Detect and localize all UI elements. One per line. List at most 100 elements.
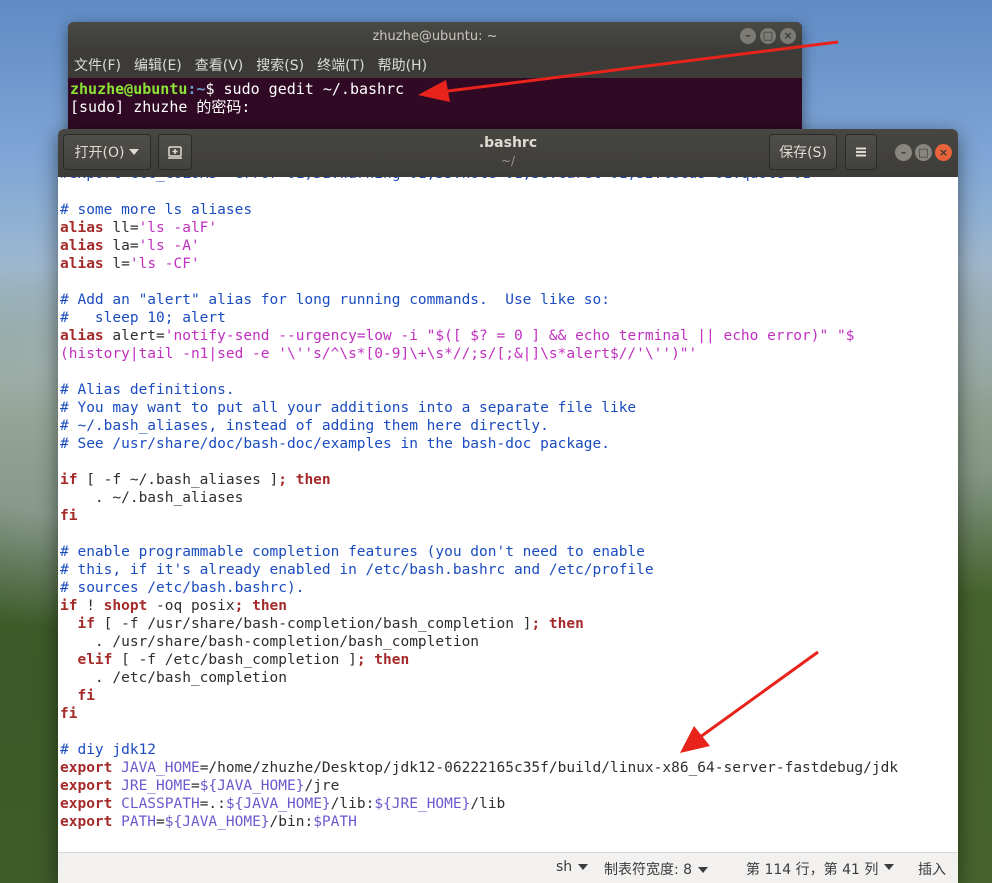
code-token: = xyxy=(190,778,200,794)
tab-width-selector[interactable]: 制表符宽度: 8 xyxy=(604,859,709,879)
code-token: # You may want to put all your additions… xyxy=(60,400,637,416)
code-line: . /usr/share/bash-completion/bash_comple… xyxy=(60,633,958,651)
gedit-headerbar[interactable]: 打开(O) .bashrc ~/ 保存(S) – □ × xyxy=(58,129,958,177)
code-line: elif [ -f /etc/bash_completion ]; then xyxy=(60,651,958,669)
code-token: alias xyxy=(60,328,104,344)
code-token: export xyxy=(60,778,113,794)
close-icon[interactable]: × xyxy=(935,144,952,161)
code-token: # enable programmable completion feature… xyxy=(60,544,645,560)
code-line: export JRE_HOME=${JAVA_HOME}/jre xyxy=(60,777,958,795)
code-token: if xyxy=(60,598,78,614)
terminal-title: zhuzhe@ubuntu: ~ xyxy=(372,29,498,44)
code-token: alias xyxy=(60,238,104,254)
code-token: PATH xyxy=(112,814,157,830)
code-token: alias xyxy=(60,220,104,236)
code-token: (history|tail -n1|sed -e '\''s/^\s*[0-9]… xyxy=(60,346,698,362)
chevron-down-icon xyxy=(698,867,709,873)
terminal-output[interactable]: zhuzhe@ubuntu:~$ sudo gedit ~/.bashrc [su… xyxy=(68,78,802,118)
menu-edit[interactable]: 编辑(E) xyxy=(134,55,182,75)
code-line: alias ll='ls -alF' xyxy=(60,219,958,237)
code-token: # Alias definitions. xyxy=(60,382,235,398)
code-line: if ! shopt -oq posix; then xyxy=(60,597,958,615)
code-line: # See /usr/share/doc/bash-doc/examples i… xyxy=(60,435,958,453)
code-line: alias la='ls -A' xyxy=(60,237,958,255)
code-token: if xyxy=(60,472,78,488)
code-token: # some more ls aliases xyxy=(60,202,253,218)
code-line: # Alias definitions. xyxy=(60,381,958,399)
code-token: -oq posix xyxy=(147,598,235,614)
terminal-titlebar[interactable]: zhuzhe@ubuntu: ~ – □ × xyxy=(68,22,802,52)
terminal-password-prompt: [sudo] zhuzhe 的密码: xyxy=(70,98,251,116)
code-token: # sleep 10; alert xyxy=(60,310,226,326)
code-token: JAVA_HOME xyxy=(112,760,200,776)
code-token: ${JAVA_HOME} xyxy=(199,778,305,794)
code-line: export CLASSPATH=.:${JAVA_HOME}/lib:${JR… xyxy=(60,795,958,813)
tab-width-label: 制表符宽度: 8 xyxy=(604,862,693,878)
code-line: # this, if it's already enabled in /etc/… xyxy=(60,561,958,579)
code-token: alias xyxy=(60,256,104,272)
code-token: # sources /etc/bash.bashrc). xyxy=(60,580,305,596)
code-token: l= xyxy=(103,256,130,272)
code-line: # some more ls aliases xyxy=(60,201,958,219)
code-token: ${JRE_HOME} xyxy=(374,796,471,812)
minimize-icon[interactable]: – xyxy=(740,28,756,44)
menu-search[interactable]: 搜索(S) xyxy=(256,55,304,75)
code-token: 'notify-send --urgency=low -i "$([ $? = … xyxy=(164,328,855,344)
code-line: # enable programmable completion feature… xyxy=(60,543,958,561)
language-selector[interactable]: sh xyxy=(556,859,589,875)
menu-file[interactable]: 文件(F) xyxy=(74,55,121,75)
code-line: . ~/.bash_aliases xyxy=(60,489,958,507)
code-token: . ~/.bash_aliases xyxy=(60,490,244,506)
code-token: # this, if it's already enabled in /etc/… xyxy=(60,562,654,578)
menu-terminal[interactable]: 终端(T) xyxy=(317,55,364,75)
code-line: # Add an "alert" alias for long running … xyxy=(60,291,958,309)
code-token: # ~/.bash_aliases, instead of adding the… xyxy=(60,418,549,434)
code-line: fi xyxy=(60,705,958,723)
menu-view[interactable]: 查看(V) xyxy=(195,55,244,75)
code-token: shopt xyxy=(103,598,148,614)
hamburger-icon xyxy=(856,147,866,157)
code-token: /lib xyxy=(470,796,506,812)
menu-help[interactable]: 帮助(H) xyxy=(378,55,427,75)
code-token: =/home/zhuzhe/Desktop/jdk12-06222165c35f… xyxy=(199,760,899,776)
code-token: if xyxy=(77,616,95,632)
cursor-position[interactable]: 第 114 行，第 41 列 xyxy=(746,859,878,879)
code-token: CLASSPATH xyxy=(112,796,200,812)
code-token: . /etc/bash_completion xyxy=(60,670,287,686)
code-line: alias l='ls -CF' xyxy=(60,255,958,273)
code-line: # You may want to put all your additions… xyxy=(60,399,958,417)
maximize-icon[interactable]: □ xyxy=(915,144,932,161)
code-token: fi xyxy=(60,508,78,524)
code-line: # diy jdk12 xyxy=(60,741,958,759)
close-icon[interactable]: × xyxy=(780,28,796,44)
prompt-user: zhuzhe@ubuntu xyxy=(70,80,188,98)
statusbar: sh 制表符宽度: 8 第 114 行，第 41 列 插入 xyxy=(58,852,958,883)
minimize-icon[interactable]: – xyxy=(895,144,912,161)
code-line: alias alert='notify-send --urgency=low -… xyxy=(60,327,958,345)
save-button[interactable]: 保存(S) xyxy=(769,134,837,170)
code-token: export xyxy=(60,760,113,776)
gedit-window[interactable]: 打开(O) .bashrc ~/ 保存(S) – □ × # some more… xyxy=(58,129,958,883)
code-token: $PATH xyxy=(313,814,357,830)
code-line: if [ -f ~/.bash_aliases ]; then xyxy=(60,471,958,489)
code-line: if [ -f /usr/share/bash-completion/bash_… xyxy=(60,615,958,633)
code-token: #export GCC_COLORS='error=01;31:warning=… xyxy=(60,177,820,182)
maximize-icon[interactable]: □ xyxy=(760,28,776,44)
code-token: ; then xyxy=(531,616,584,632)
code-token: export xyxy=(60,814,113,830)
code-token: 'ls -alF' xyxy=(138,220,218,236)
code-line: fi xyxy=(60,687,958,705)
hamburger-menu-button[interactable] xyxy=(845,134,877,170)
code-token: fi xyxy=(60,706,78,722)
chevron-down-icon[interactable] xyxy=(884,859,894,875)
code-token: # See /usr/share/doc/bash-doc/examples i… xyxy=(60,436,610,452)
terminal-command-line: zhuzhe@ubuntu:~$ sudo gedit ~/.bashrc xyxy=(70,80,800,98)
code-token: ${JAVA_HOME} xyxy=(225,796,331,812)
text-editor[interactable]: #export GCC_COLORS='error=01;31:warning=… xyxy=(60,177,958,853)
